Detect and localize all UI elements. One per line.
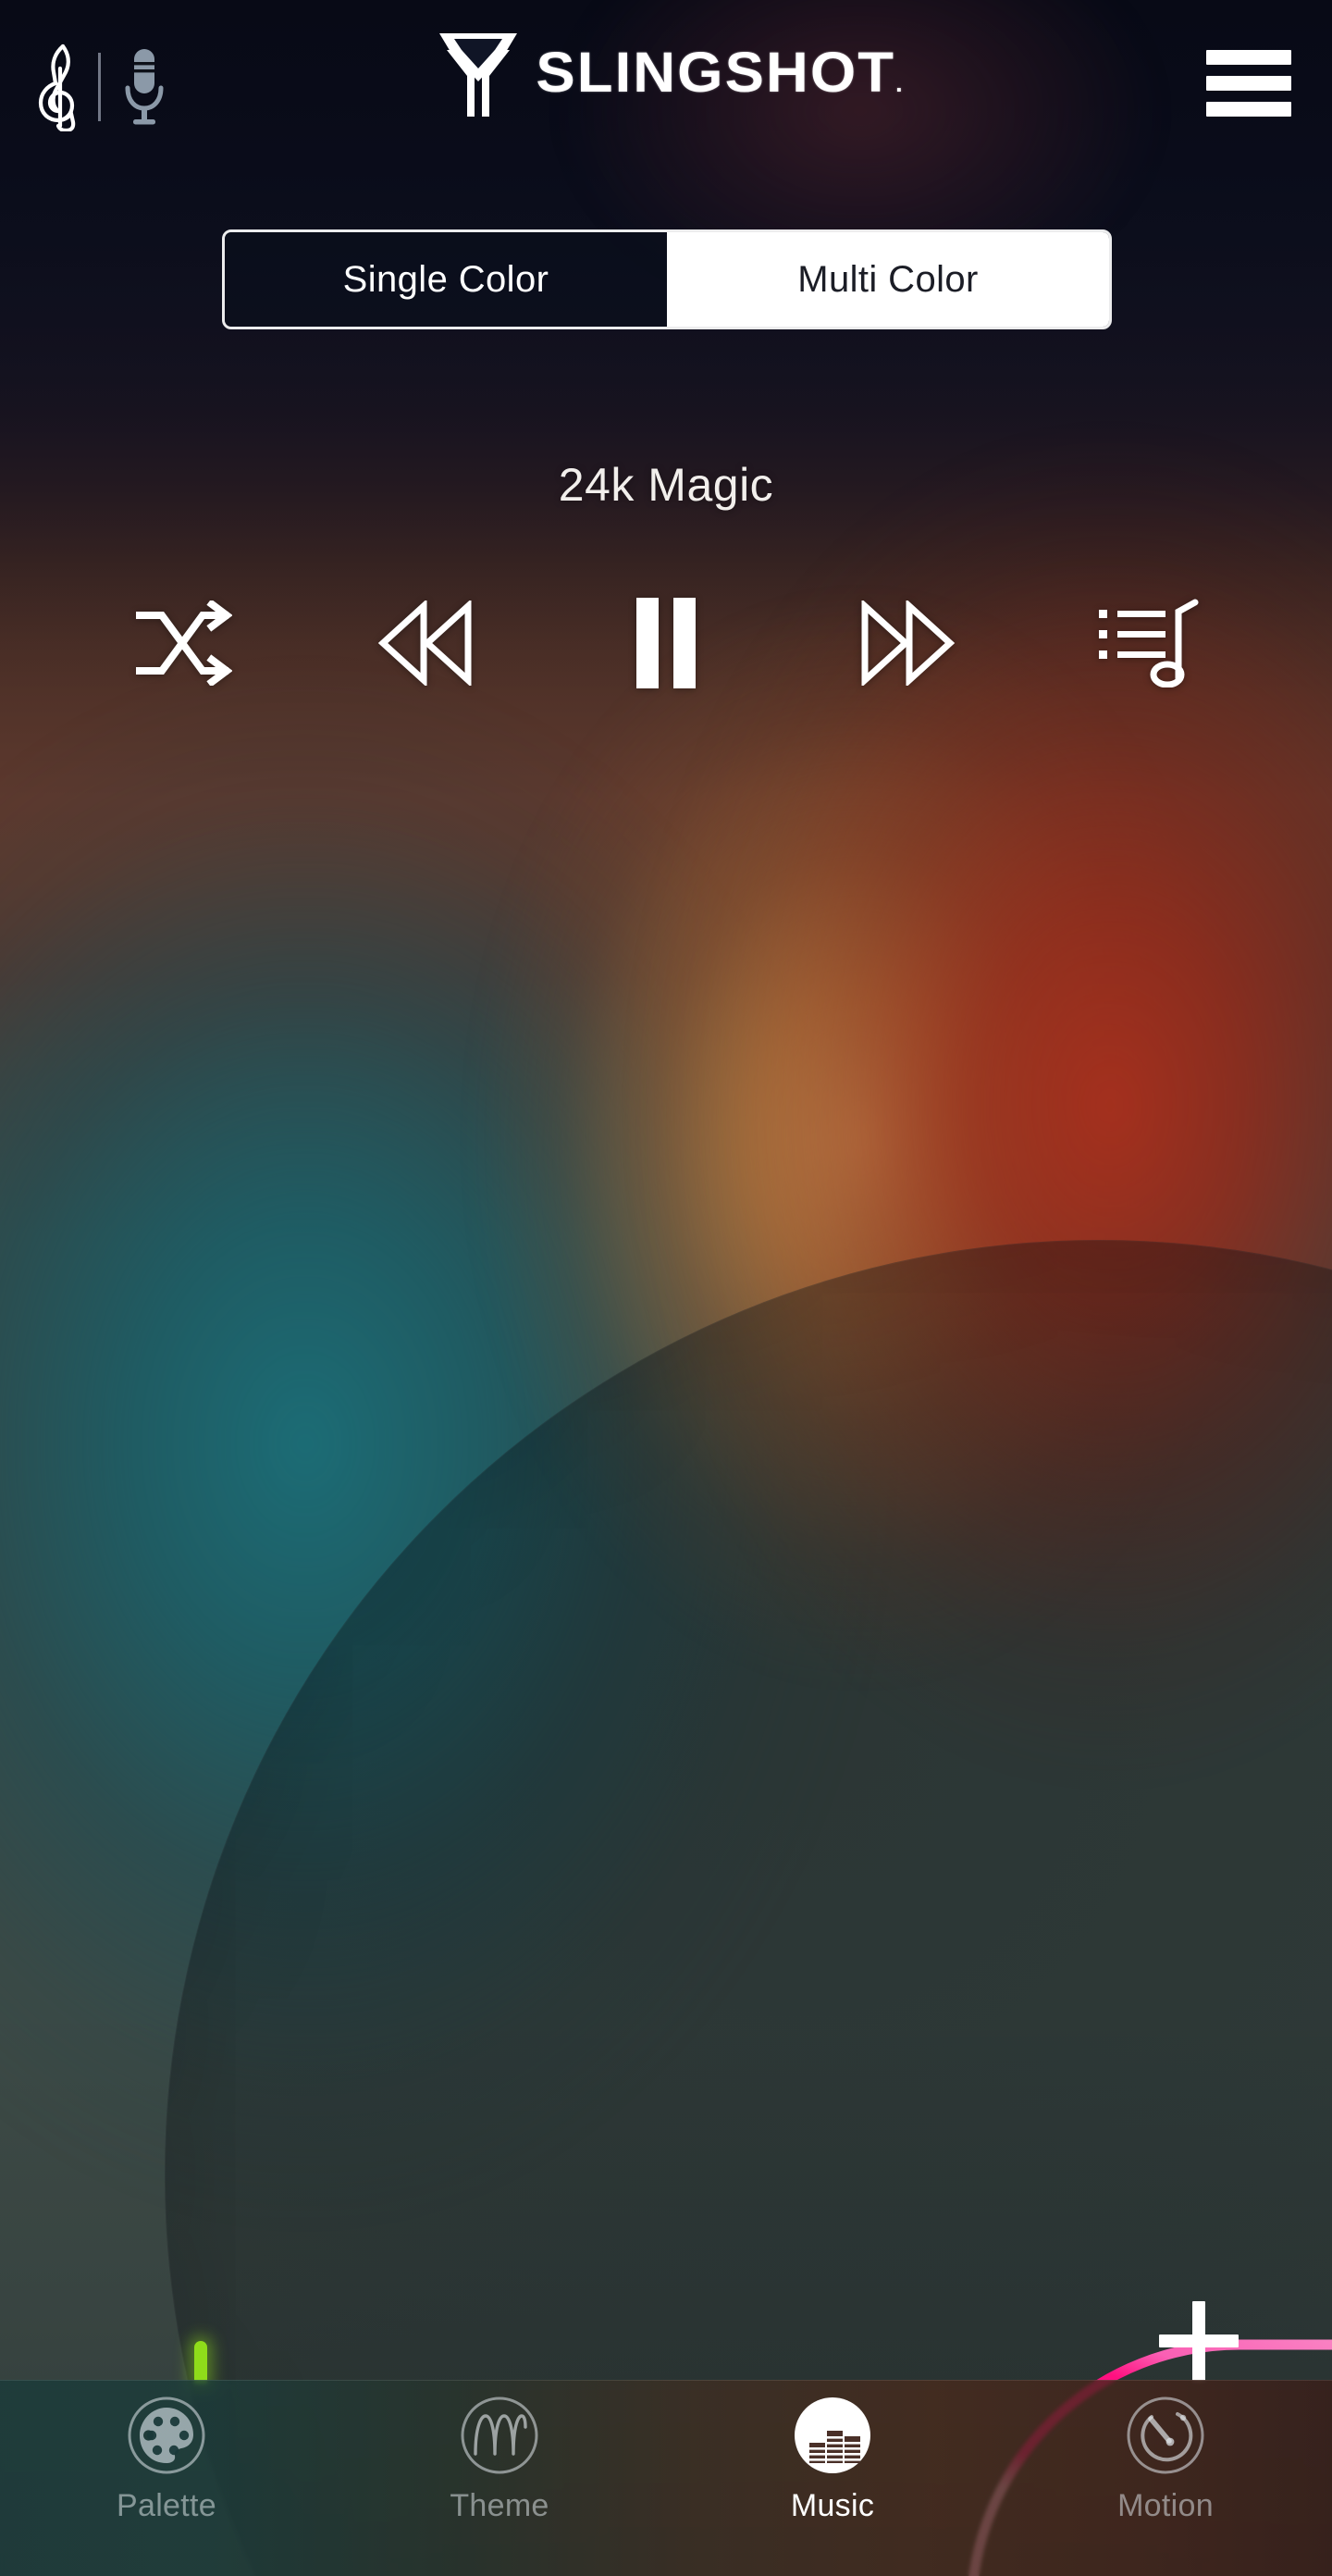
color-mode-segmented-control[interactable]: Single Color Multi Color xyxy=(222,229,1112,329)
hamburger-bar-2 xyxy=(1206,76,1291,91)
treble-clef-icon[interactable] xyxy=(24,39,96,135)
segment-multi-color[interactable]: Multi Color xyxy=(667,232,1109,327)
speedometer-icon xyxy=(1126,2396,1205,2475)
track-title: 24k Magic xyxy=(558,459,774,511)
header-left-group xyxy=(24,39,179,135)
pause-button[interactable] xyxy=(597,583,735,703)
wave-icon xyxy=(460,2396,539,2475)
palette-icon xyxy=(127,2396,206,2475)
playlist-button[interactable] xyxy=(1079,583,1217,703)
header-divider xyxy=(98,53,101,121)
hamburger-menu-icon[interactable] xyxy=(1206,44,1291,122)
hamburger-bar-1 xyxy=(1206,50,1291,65)
app-root: SLINGSHOT. Single Color Multi Color 24k … xyxy=(0,0,1332,2576)
microphone-icon[interactable] xyxy=(110,39,179,135)
add-color-button[interactable] xyxy=(1149,2291,1249,2391)
nav-label-theme: Theme xyxy=(450,2488,549,2523)
brand-name-text: SLINGSHOT xyxy=(536,41,896,104)
nav-item-theme[interactable]: Theme xyxy=(388,2396,610,2524)
segment-single-color[interactable]: Single Color xyxy=(225,232,667,327)
slingshot-logo-icon xyxy=(434,24,523,120)
nav-item-music[interactable]: Music xyxy=(722,2396,944,2524)
media-controls xyxy=(0,583,1332,703)
equalizer-icon xyxy=(793,2396,872,2475)
fast-forward-button[interactable] xyxy=(838,583,977,703)
nav-item-motion[interactable]: Motion xyxy=(1054,2396,1276,2524)
shuffle-button[interactable] xyxy=(115,583,253,703)
brand-name: SLINGSHOT. xyxy=(536,40,905,105)
nav-label-palette: Palette xyxy=(117,2488,216,2523)
bottom-navigation: Palette Theme Music Motion xyxy=(0,2380,1332,2576)
nav-label-music: Music xyxy=(790,2488,875,2523)
nav-item-palette[interactable]: Palette xyxy=(56,2396,278,2524)
nav-label-motion: Motion xyxy=(1117,2488,1214,2523)
brand-trademark: . xyxy=(895,69,906,97)
app-header: SLINGSHOT. xyxy=(0,0,1332,194)
color-position-marker[interactable] xyxy=(194,2341,207,2384)
hamburger-bar-3 xyxy=(1206,102,1291,117)
rewind-button[interactable] xyxy=(356,583,495,703)
brand-lockup: SLINGSHOT. xyxy=(0,24,1332,120)
